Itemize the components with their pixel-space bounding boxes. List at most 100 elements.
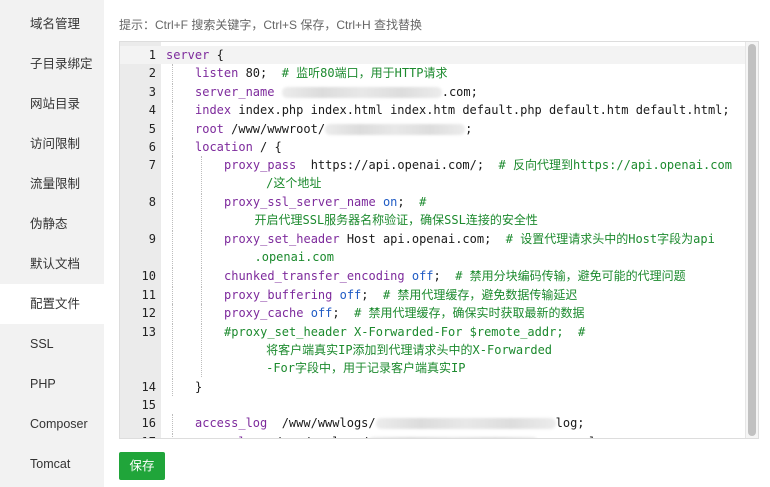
- code-comment: # 禁用分块编码传输，避免可能的代理问题: [455, 269, 686, 284]
- code-keyword: error_log: [195, 435, 260, 438]
- line-number: 4: [148, 103, 156, 118]
- indent-guide: [172, 432, 173, 438]
- indent-guide: [172, 193, 173, 230]
- line-number: 16: [141, 416, 156, 431]
- code-text: ;: [361, 287, 383, 302]
- line-number: 2: [148, 66, 156, 81]
- sidebar-item-11[interactable]: Tomcat: [0, 444, 104, 484]
- sidebar-item-7[interactable]: 配置文件: [0, 284, 104, 324]
- code-line[interactable]: 2 listen 80; # 监听80端口，用于HTTP请求: [120, 64, 746, 83]
- code-content: proxy_set_header Host api.openai.com; # …: [224, 230, 715, 266]
- scrollbar-thumb[interactable]: [748, 44, 756, 436]
- code-line[interactable]: 10 chunked_transfer_encoding off; # 禁用分块编…: [120, 267, 746, 286]
- line-number: 3: [148, 84, 156, 99]
- code-line[interactable]: 15: [120, 396, 746, 414]
- code-keyword: root: [195, 121, 224, 136]
- code-content: server {: [166, 46, 224, 64]
- sidebar-item-10[interactable]: Composer: [0, 404, 104, 444]
- code-line[interactable]: 7 proxy_pass https://api.openai.com/; # 反…: [120, 156, 746, 193]
- indent-guide: [172, 156, 173, 193]
- sidebar-item-9[interactable]: PHP: [0, 364, 104, 404]
- sidebar-item-3[interactable]: 访问限制: [0, 124, 104, 164]
- code-line[interactable]: 12 proxy_cache off; # 禁用代理缓存，确保实时获取最新的数据: [120, 304, 746, 323]
- code-line[interactable]: 16 access_log /www/wwwlogs/log;: [120, 414, 746, 433]
- code-line[interactable]: 14}: [120, 377, 746, 396]
- indent-guide: [172, 414, 173, 433]
- sidebar-item-6[interactable]: 默认文档: [0, 244, 104, 284]
- sidebar-item-1[interactable]: 子目录绑定: [0, 44, 104, 84]
- code-value: on: [382, 195, 398, 210]
- code-text: Host api.openai.com;: [339, 232, 506, 247]
- redacted-text: [368, 436, 539, 438]
- sidebar-item-8[interactable]: SSL: [0, 324, 104, 364]
- code-text: https://api.openai.com/;: [296, 158, 499, 173]
- line-number: 5: [148, 121, 156, 136]
- code-text: ;: [433, 269, 456, 284]
- editor-scrollbar[interactable]: [745, 42, 758, 438]
- indent-guide: [172, 138, 173, 156]
- code-keyword: index: [195, 103, 232, 118]
- sidebar-item-4[interactable]: 流量限制: [0, 164, 104, 204]
- code-text: ;: [332, 306, 355, 321]
- config-editor[interactable]: 1 server { 2 listen 80; # 监听80端口，用于HTTP请求 3 s…: [119, 41, 759, 439]
- indent-guide: [172, 267, 173, 286]
- code-text: /www/wwwlogs/: [267, 416, 376, 431]
- redacted-text: [281, 86, 442, 98]
- indent-guide: [201, 285, 202, 304]
- line-number: 12: [141, 306, 156, 321]
- code-line[interactable]: 1 server {: [120, 46, 746, 64]
- code-content: access_log /www/wwwlogs/log;: [195, 414, 585, 432]
- redacted-text: [375, 418, 556, 430]
- code-content: root /www/wwwroot/;: [195, 120, 472, 138]
- code-line[interactable]: 17 error_log /www/wwwlogs/ .error.log;: [120, 432, 746, 438]
- code-lines[interactable]: 1 server { 2 listen 80; # 监听80端口，用于HTTP请求 3 s…: [120, 42, 746, 438]
- sidebar-item-5[interactable]: 伪静态: [0, 204, 104, 244]
- line-number: 17: [120, 433, 156, 438]
- code-comment: /这个地址: [266, 176, 322, 191]
- code-comment: # 禁用代理缓存，避免数据传输延迟: [382, 287, 578, 302]
- indent-guide: [201, 322, 202, 377]
- code-content: chunked_transfer_encoding off; # 禁用分块编码传…: [224, 267, 686, 285]
- indent-guide: [201, 156, 202, 193]
- code-comment: 开启代理SSL服务器名称验证，确保SSL连接的安全性: [254, 213, 538, 228]
- code-line[interactable]: 5 root /www/wwwroot/;: [120, 119, 746, 138]
- code-line[interactable]: 4 index index.php index.html index.htm de…: [120, 101, 746, 120]
- code-keyword: server_name: [195, 84, 275, 99]
- code-content: location / {: [195, 138, 282, 156]
- code-line[interactable]: 3 server_name .com;: [120, 82, 746, 101]
- code-text: log;: [555, 416, 585, 431]
- code-text: index.php index.html index.htm default.p…: [231, 103, 730, 118]
- code-content: listen 80; # 监听80端口，用于HTTP请求: [195, 64, 448, 82]
- code-comment: 将客户端真实IP添加到代理请求头中的X-Forwarded: [266, 342, 553, 357]
- line-number: 14: [141, 379, 156, 394]
- indent-guide: [172, 304, 173, 323]
- save-button[interactable]: 保存: [119, 452, 165, 480]
- code-comment: # 监听80端口，用于HTTP请求: [281, 66, 448, 81]
- code-line[interactable]: 11 proxy_buffering off; # 禁用代理缓存，避免数据传输延迟: [120, 285, 746, 304]
- code-text: .com;: [441, 84, 478, 99]
- code-value: off: [310, 306, 333, 321]
- code-keyword: proxy_set_header: [224, 232, 340, 247]
- code-keyword: listen: [195, 66, 239, 81]
- code-line[interactable]: 13 #proxy_set_header X-Forwarded-For $rem…: [120, 322, 746, 377]
- code-content: proxy_buffering off; # 禁用代理缓存，避免数据传输延迟: [224, 286, 577, 304]
- sidebar-item-0[interactable]: 域名管理: [0, 4, 104, 44]
- line-number: 11: [141, 287, 156, 302]
- indent-guide: [201, 193, 202, 230]
- code-line[interactable]: 8 proxy_ssl_server_name on; # 开启代理SSL服务器名称…: [120, 193, 746, 230]
- indent-guide: [172, 82, 173, 101]
- code-comment: #: [419, 195, 427, 210]
- indent-guide: [172, 322, 173, 377]
- line-number: 10: [141, 269, 156, 284]
- code-text: }: [195, 379, 203, 394]
- sidebar-item-2[interactable]: 网站目录: [0, 84, 104, 124]
- indent-guide: [201, 230, 202, 267]
- indent-guide: [172, 64, 173, 83]
- code-line[interactable]: 6 location / {: [120, 138, 746, 156]
- line-number: 7: [148, 158, 156, 173]
- indent-guide: [201, 267, 202, 286]
- code-content: proxy_ssl_server_name on; # 开启代理SSL服务器名称验…: [224, 193, 538, 229]
- code-line[interactable]: 9 proxy_set_header Host api.openai.com; #…: [120, 230, 746, 267]
